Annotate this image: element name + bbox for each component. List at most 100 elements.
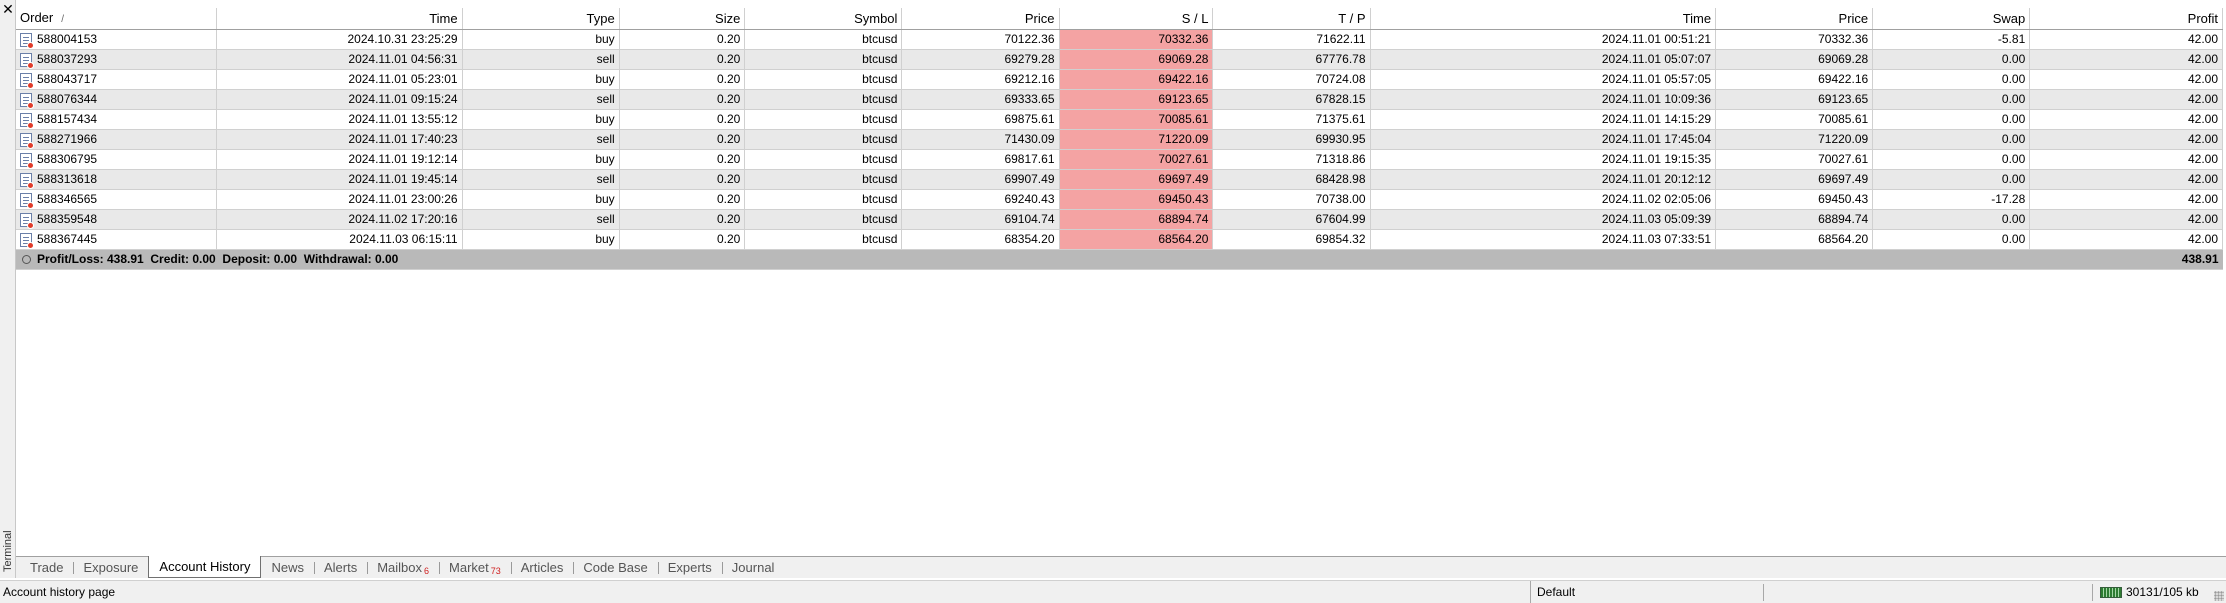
table-cell: 0.00 bbox=[1872, 49, 2031, 70]
order-document-icon bbox=[20, 192, 34, 209]
table-row[interactable]: 588037293 2024.11.01 04:56:31 sell 0.20 btcu… bbox=[16, 49, 2223, 70]
column-header-label: Type bbox=[586, 11, 615, 26]
tab-label: Account History bbox=[159, 559, 251, 574]
table-cell: 69104.74 bbox=[901, 209, 1060, 230]
table-cell: 67604.99 bbox=[1212, 209, 1371, 230]
column-header[interactable]: Time bbox=[1370, 8, 1717, 30]
table-cell: 588271966 bbox=[16, 129, 217, 150]
order-document-icon bbox=[20, 72, 34, 89]
close-icon[interactable]: ✕ bbox=[1, 2, 15, 16]
table-cell: btcusd bbox=[744, 109, 903, 130]
table-cell: 69697.49 bbox=[1715, 169, 1874, 190]
order-document-icon bbox=[20, 52, 34, 69]
table-cell: 71220.09 bbox=[1715, 129, 1874, 150]
table-row[interactable]: 588004153 2024.10.31 23:25:29 buy 0.20 btcus… bbox=[16, 29, 2223, 50]
table-row[interactable]: 588157434 2024.11.01 13:55:12 buy 0.20 btcus… bbox=[16, 109, 2223, 130]
table-cell: 69422.16 bbox=[1059, 69, 1214, 90]
order-document-icon bbox=[20, 172, 34, 189]
table-body: 588004153 2024.10.31 23:25:29 buy 0.20 btcus… bbox=[16, 29, 2223, 270]
tab-journal[interactable]: Journal bbox=[721, 557, 785, 578]
table-row[interactable]: 588043717 2024.11.01 05:23:01 buy 0.20 btcus… bbox=[16, 69, 2223, 90]
table-cell: 67776.78 bbox=[1212, 49, 1371, 70]
table-cell: 0.20 bbox=[619, 229, 746, 250]
status-traffic: 30131/105 kb bbox=[2100, 581, 2199, 603]
column-header-label: Price bbox=[1838, 11, 1869, 26]
table-cell: 2024.11.01 19:45:14 bbox=[216, 169, 463, 190]
table-cell: 71318.86 bbox=[1212, 149, 1371, 170]
column-header[interactable]: Price bbox=[901, 8, 1060, 30]
order-cell: 588306795 bbox=[20, 150, 212, 169]
table-row[interactable]: 588313618 2024.11.01 19:45:14 sell 0.20 btcu… bbox=[16, 169, 2223, 190]
column-header[interactable]: Profit bbox=[2029, 8, 2223, 30]
tab-account-history[interactable]: Account History bbox=[148, 556, 262, 578]
table-cell: 0.20 bbox=[619, 109, 746, 130]
table-cell: 70085.61 bbox=[1059, 109, 1214, 130]
column-header[interactable]: Time bbox=[216, 8, 463, 30]
table-row[interactable]: 588271966 2024.11.01 17:40:23 sell 0.20 btcu… bbox=[16, 129, 2223, 150]
status-divider bbox=[2092, 584, 2093, 601]
tab-market[interactable]: Market 73 bbox=[439, 557, 511, 578]
closed-order-dot-icon bbox=[27, 221, 34, 229]
column-header[interactable]: Type bbox=[462, 8, 620, 30]
table-cell: 70085.61 bbox=[1715, 109, 1874, 130]
table-row[interactable]: 588367445 2024.11.03 06:15:11 buy 0.20 btcus… bbox=[16, 229, 2223, 250]
table-cell: 42.00 bbox=[2029, 69, 2223, 90]
table-cell: 69123.65 bbox=[1059, 89, 1214, 110]
status-profile[interactable]: Default bbox=[1530, 581, 1575, 603]
table-cell: sell bbox=[462, 129, 620, 150]
tab-code-base[interactable]: Code Base bbox=[573, 557, 657, 578]
column-header[interactable]: S / L bbox=[1059, 8, 1214, 30]
table-cell: 69450.43 bbox=[1059, 189, 1214, 210]
column-header[interactable]: T / P bbox=[1212, 8, 1371, 30]
table-cell: 71220.09 bbox=[1059, 129, 1214, 150]
table-row[interactable]: 588346565 2024.11.01 23:00:26 buy 0.20 btcus… bbox=[16, 189, 2223, 210]
column-header[interactable]: Price bbox=[1715, 8, 1874, 30]
table-cell: 0.20 bbox=[619, 209, 746, 230]
column-header[interactable]: Symbol bbox=[744, 8, 903, 30]
table-cell: 2024.11.01 19:15:35 bbox=[1370, 149, 1717, 170]
table-row[interactable]: 588306795 2024.11.01 19:12:14 buy 0.20 btcus… bbox=[16, 149, 2223, 170]
table-cell: 69333.65 bbox=[901, 89, 1060, 110]
table-cell: 42.00 bbox=[2029, 189, 2223, 210]
order-cell: 588076344 bbox=[20, 90, 212, 109]
status-text: Account history page bbox=[3, 585, 116, 599]
status-bar: Account history page Default 30131/105 k… bbox=[0, 580, 2226, 603]
tab-trade[interactable]: Trade bbox=[20, 557, 73, 578]
table-cell: 588367445 bbox=[16, 229, 217, 250]
tab-articles[interactable]: Articles bbox=[510, 557, 574, 578]
tab-label: News bbox=[271, 560, 304, 575]
table-cell: 588037293 bbox=[16, 49, 217, 70]
order-cell: 588004153 bbox=[20, 30, 212, 49]
tab-news[interactable]: News bbox=[261, 557, 314, 578]
order-cell: 588037293 bbox=[20, 50, 212, 69]
sort-indicator-icon: / bbox=[61, 14, 65, 25]
table-row[interactable]: 588076344 2024.11.01 09:15:24 sell 0.20 btcu… bbox=[16, 89, 2223, 110]
closed-order-dot-icon bbox=[27, 241, 34, 249]
tab-badge: 73 bbox=[490, 566, 501, 576]
tab-alerts[interactable]: Alerts bbox=[313, 557, 367, 578]
table-cell: buy bbox=[462, 69, 620, 90]
table-cell: buy bbox=[462, 149, 620, 170]
table-cell: 68894.74 bbox=[1059, 209, 1214, 230]
table-cell: 2024.11.01 17:45:04 bbox=[1370, 129, 1717, 150]
column-header-label: T / P bbox=[1338, 11, 1366, 26]
resize-grip-icon[interactable] bbox=[2214, 591, 2224, 601]
tab-mailbox[interactable]: Mailbox 6 bbox=[367, 557, 439, 578]
table-cell: 70027.61 bbox=[1059, 149, 1214, 170]
table-cell: -5.81 bbox=[1872, 29, 2031, 50]
tab-experts[interactable]: Experts bbox=[657, 557, 722, 578]
column-header[interactable]: Swap bbox=[1872, 8, 2031, 30]
summary-row: Profit/Loss: 438.91 Credit: 0.00 Deposit… bbox=[16, 249, 2223, 270]
tab-label: Code Base bbox=[583, 560, 648, 575]
table-cell: 71430.09 bbox=[901, 129, 1060, 150]
terminal-side-label: Terminal bbox=[2, 530, 14, 572]
tab-label: Mailbox bbox=[377, 560, 422, 575]
tab-exposure[interactable]: Exposure bbox=[73, 557, 148, 578]
table-row[interactable]: 588359548 2024.11.02 17:20:16 sell 0.20 btcu… bbox=[16, 209, 2223, 230]
table-cell: 588306795 bbox=[16, 149, 217, 170]
column-header[interactable]: Size bbox=[619, 8, 746, 30]
order-cell: 588367445 bbox=[20, 230, 212, 249]
column-header[interactable]: Order / bbox=[16, 8, 217, 30]
table-cell: buy bbox=[462, 189, 620, 210]
table-cell: 0.00 bbox=[1872, 89, 2031, 110]
